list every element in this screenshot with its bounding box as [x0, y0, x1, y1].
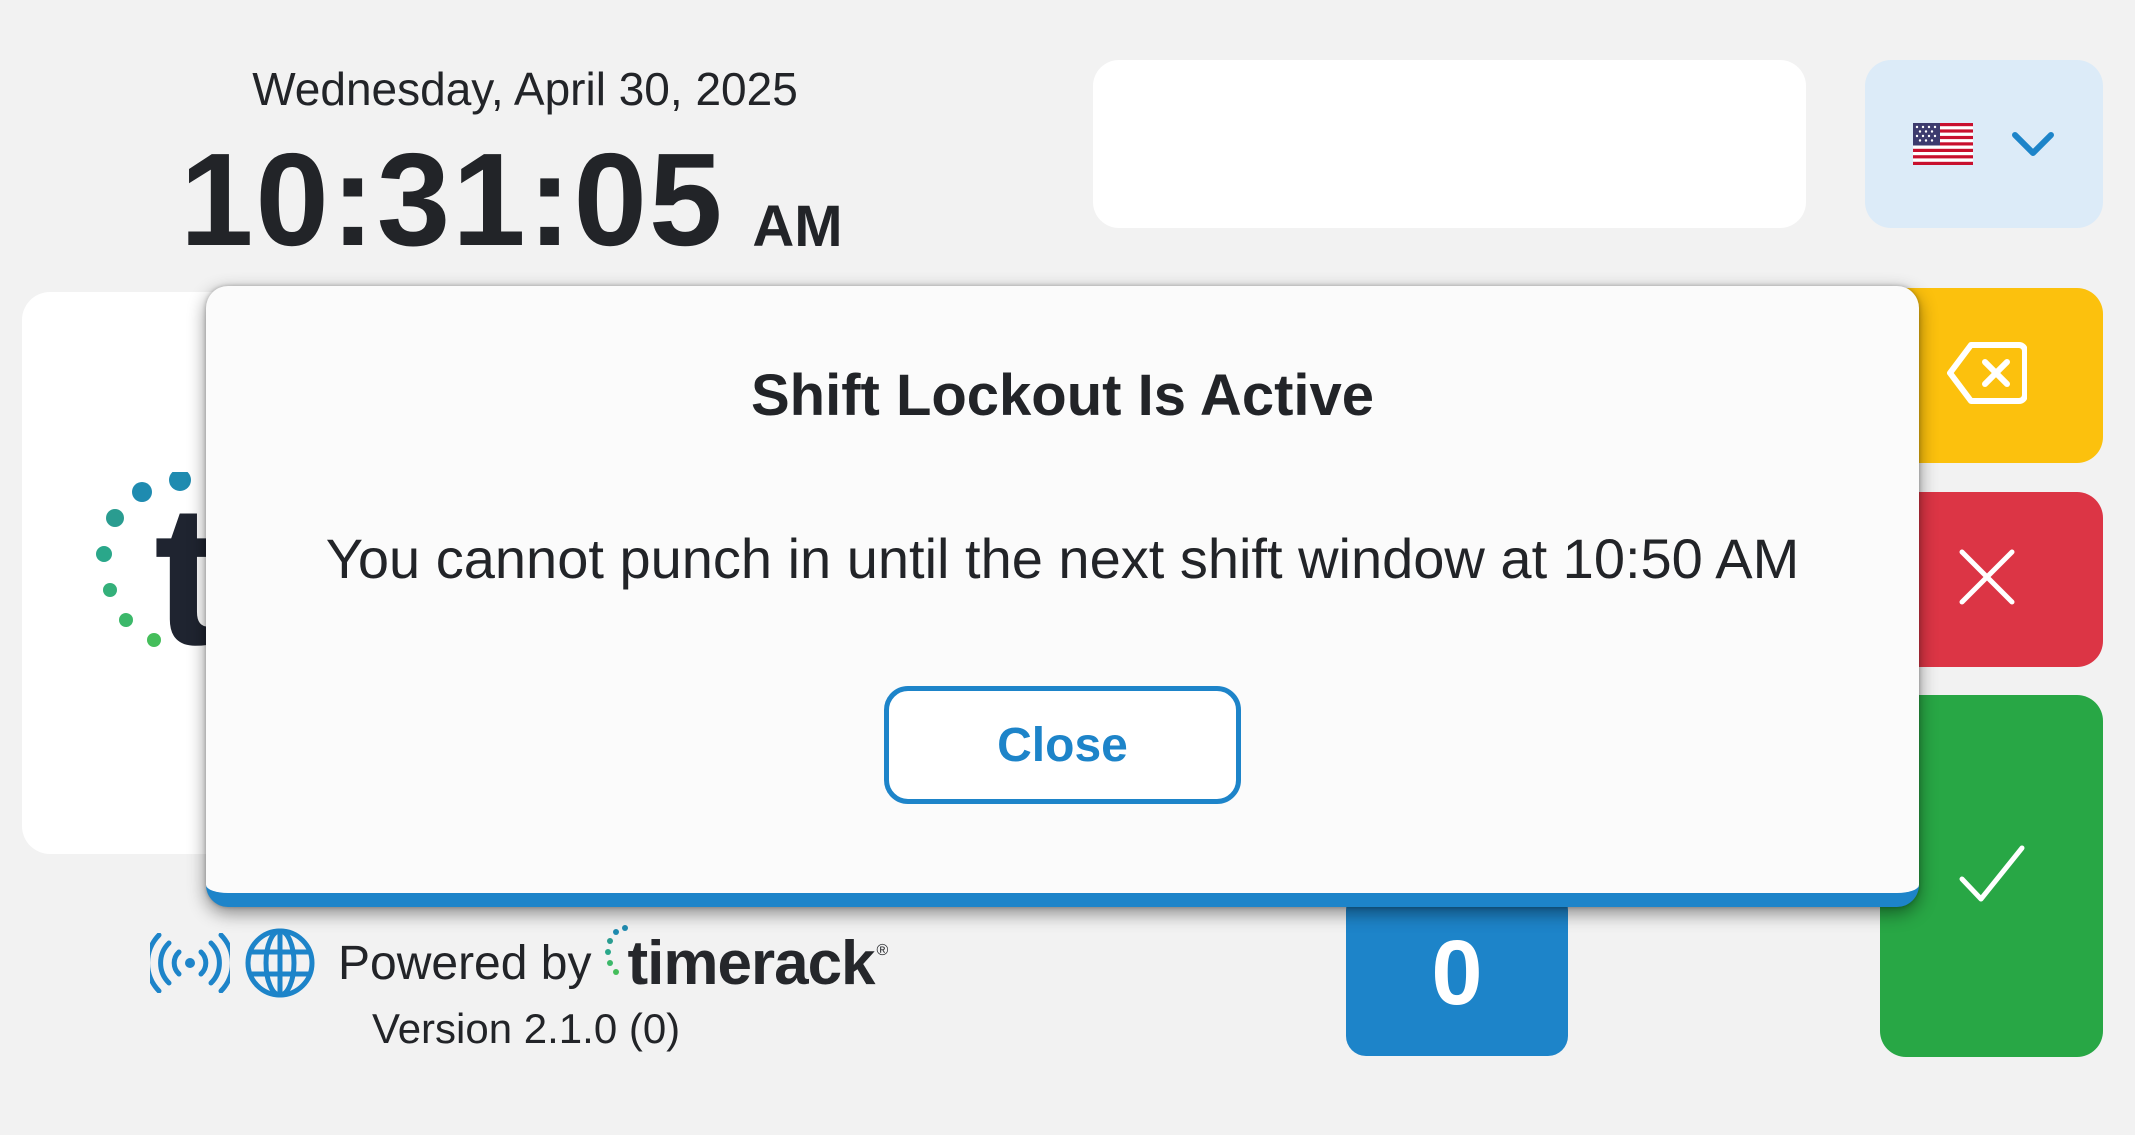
checkmark-icon	[1957, 843, 2027, 910]
chevron-down-icon	[2011, 130, 2055, 158]
time-digits: 10:31:05	[180, 126, 725, 273]
us-flag-icon	[1913, 123, 1973, 165]
wireless-signal-icon	[150, 933, 230, 993]
pin-display[interactable]	[1093, 60, 1806, 228]
current-time: 10:31:05 AM	[180, 120, 843, 273]
brand-registered-mark: ®	[876, 941, 889, 959]
globe-icon[interactable]	[244, 927, 316, 999]
current-date: Wednesday, April 30, 2025	[252, 63, 798, 115]
brand-dots-icon	[605, 924, 629, 975]
dialog-title: Shift Lockout Is Active	[750, 363, 1375, 428]
footer: Powered by timerack ®	[150, 924, 889, 1001]
version-label: Version 2.1.0 (0)	[372, 1005, 681, 1052]
dialog-message: You cannot punch in until the next shift…	[325, 527, 1800, 590]
time-ampm: AM	[752, 194, 843, 259]
keypad-zero-button[interactable]: 0	[1346, 890, 1568, 1056]
close-x-icon	[1957, 547, 2017, 612]
shift-lockout-dialog: Shift Lockout Is Active You cannot punch…	[206, 286, 1919, 907]
backspace-icon	[1946, 341, 2028, 410]
brand-name: timerack	[627, 928, 875, 998]
language-selector[interactable]	[1865, 60, 2103, 228]
timerack-brand-logo: timerack ®	[605, 924, 889, 999]
powered-by-label: Powered by	[338, 936, 592, 990]
close-button[interactable]: Close	[884, 686, 1241, 804]
